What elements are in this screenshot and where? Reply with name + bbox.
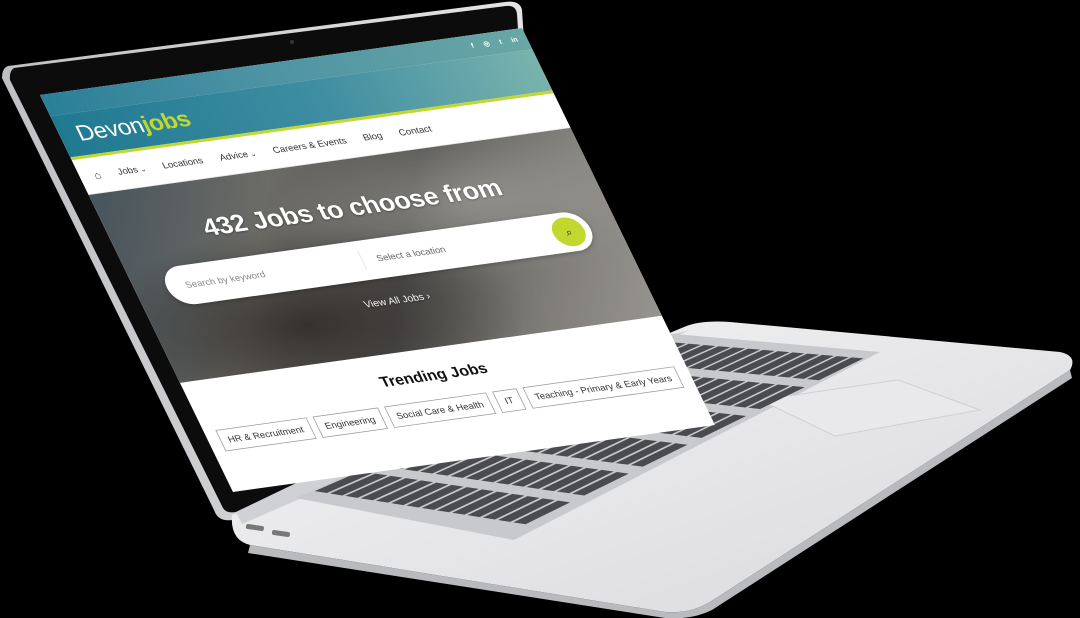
- nav-label: Blog: [360, 130, 385, 143]
- logo-devon-text: Devon: [71, 113, 149, 146]
- twitter-icon[interactable]: t: [494, 37, 507, 47]
- trending-tag[interactable]: IT: [492, 388, 527, 413]
- nav-item-locations[interactable]: Locations: [160, 155, 205, 170]
- nav-label: Jobs: [115, 164, 140, 177]
- nav-label: Careers & Events: [270, 135, 349, 156]
- site-logo[interactable]: Devonjobs: [72, 107, 196, 147]
- facebook-icon[interactable]: f: [466, 41, 479, 51]
- trending-tag[interactable]: Social Care & Health: [383, 392, 497, 428]
- logo-jobs-text: jobs: [137, 106, 195, 137]
- chevron-down-icon: ⌄: [248, 149, 258, 158]
- nav-item-blog[interactable]: Blog: [361, 130, 385, 143]
- trending-tag[interactable]: Engineering: [312, 407, 388, 438]
- nav-item-contact[interactable]: Contact: [397, 123, 434, 137]
- trending-tag[interactable]: Teaching - Primary & Early Years: [522, 366, 685, 409]
- chevron-right-icon: ›: [423, 290, 433, 302]
- trending-tag[interactable]: HR & Recruitment: [215, 417, 317, 452]
- home-icon[interactable]: ⌂: [91, 169, 103, 181]
- nav-label: Locations: [160, 155, 206, 171]
- search-icon: ⌕: [562, 225, 575, 238]
- nav-item-careers-events[interactable]: Careers & Events: [271, 135, 349, 155]
- chevron-down-icon: ⌄: [138, 165, 148, 174]
- instagram-icon[interactable]: ◎: [480, 39, 493, 49]
- nav-label: Contact: [396, 123, 434, 138]
- linkedin-icon[interactable]: in: [508, 35, 521, 45]
- camera: [290, 40, 294, 44]
- social-links: f ◎ t in: [466, 35, 521, 51]
- nav-item-advice[interactable]: Advice⌄: [217, 148, 258, 163]
- nav-label: Advice: [217, 148, 251, 163]
- nav-item-jobs[interactable]: Jobs⌄: [115, 163, 148, 177]
